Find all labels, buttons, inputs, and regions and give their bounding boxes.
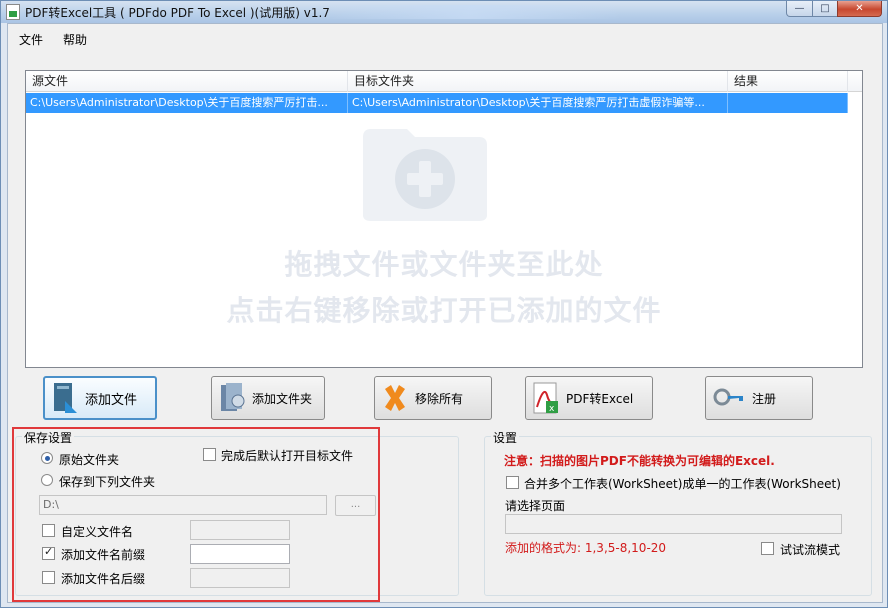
page-select-label: 请选择页面	[505, 499, 566, 513]
add-folder-watermark-icon	[363, 129, 487, 221]
window-title: PDF转Excel工具 ( PDFdo PDF To Excel )(试用版) …	[25, 6, 330, 20]
menu-bar: 文件 帮助	[8, 24, 882, 52]
remove-icon	[385, 385, 405, 411]
column-source[interactable]: 源文件	[26, 71, 348, 92]
drop-hint-line2: 点击右键移除或打开已添加的文件	[226, 294, 662, 327]
highlight-box	[12, 427, 380, 602]
page-range-field[interactable]	[505, 514, 842, 534]
drop-hint-line1: 拖拽文件或文件夹至此处	[284, 248, 604, 281]
maximize-button[interactable]: □	[812, 1, 838, 17]
add-file-label: 添加文件	[85, 392, 138, 408]
cell-result	[728, 93, 848, 113]
pdf-to-excel-icon: x	[533, 382, 558, 414]
list-row[interactable]: C:\Users\Administrator\Desktop\关于百度搜索严厉打…	[26, 93, 848, 113]
add-file-icon	[54, 383, 77, 413]
column-result[interactable]: 结果	[728, 71, 848, 92]
trial-mode-checkbox[interactable]	[761, 542, 774, 555]
remove-all-button[interactable]: 移除所有	[374, 376, 492, 420]
settings-title: 设置	[491, 429, 520, 446]
list-header: 源文件 目标文件夹 结果	[26, 71, 862, 92]
close-button[interactable]: ✕	[837, 1, 882, 17]
client-area: 文件 帮助 源文件 目标文件夹 结果 C:\Users\Administrato…	[7, 23, 883, 603]
add-file-button[interactable]: 添加文件	[43, 376, 157, 420]
add-folder-label: 添加文件夹	[252, 391, 313, 406]
svg-text:x: x	[549, 404, 555, 414]
register-button[interactable]: 注册	[705, 376, 813, 420]
merge-sheets-label: 合并多个工作表(WorkSheet)成单一的工作表(WorkSheet)	[524, 477, 841, 491]
menu-file[interactable]: 文件	[19, 31, 43, 48]
app-window: PDF转Excel工具 ( PDFdo PDF To Excel )(试用版) …	[0, 0, 888, 608]
add-folder-button[interactable]: 添加文件夹	[211, 376, 325, 420]
title-bar[interactable]: PDF转Excel工具 ( PDFdo PDF To Excel )(试用版) …	[1, 1, 887, 23]
convert-button[interactable]: x PDF转Excel	[525, 376, 653, 420]
scan-notice: 注意：扫描的图片PDF不能转换为可编辑的Excel.	[504, 454, 775, 468]
app-icon	[6, 4, 20, 20]
convert-label: PDF转Excel	[566, 391, 634, 406]
merge-sheets-checkbox[interactable]	[506, 476, 519, 489]
cell-target: C:\Users\Administrator\Desktop\关于百度搜索严厉打…	[348, 93, 728, 113]
file-list[interactable]: 源文件 目标文件夹 结果 C:\Users\Administrator\Desk…	[25, 70, 863, 368]
register-label: 注册	[752, 391, 777, 406]
menu-help[interactable]: 帮助	[63, 31, 87, 48]
trial-mode-label: 试试流模式	[780, 543, 841, 557]
title-glow	[321, 5, 621, 19]
column-target[interactable]: 目标文件夹	[348, 71, 728, 92]
remove-all-label: 移除所有	[415, 391, 464, 406]
cell-source: C:\Users\Administrator\Desktop\关于百度搜索严厉打…	[26, 93, 348, 113]
add-folder-icon	[221, 383, 245, 411]
format-hint: 添加的格式为: 1,3,5-8,10-20	[505, 541, 667, 555]
minimize-button[interactable]: —	[786, 1, 813, 17]
key-icon	[713, 388, 743, 406]
